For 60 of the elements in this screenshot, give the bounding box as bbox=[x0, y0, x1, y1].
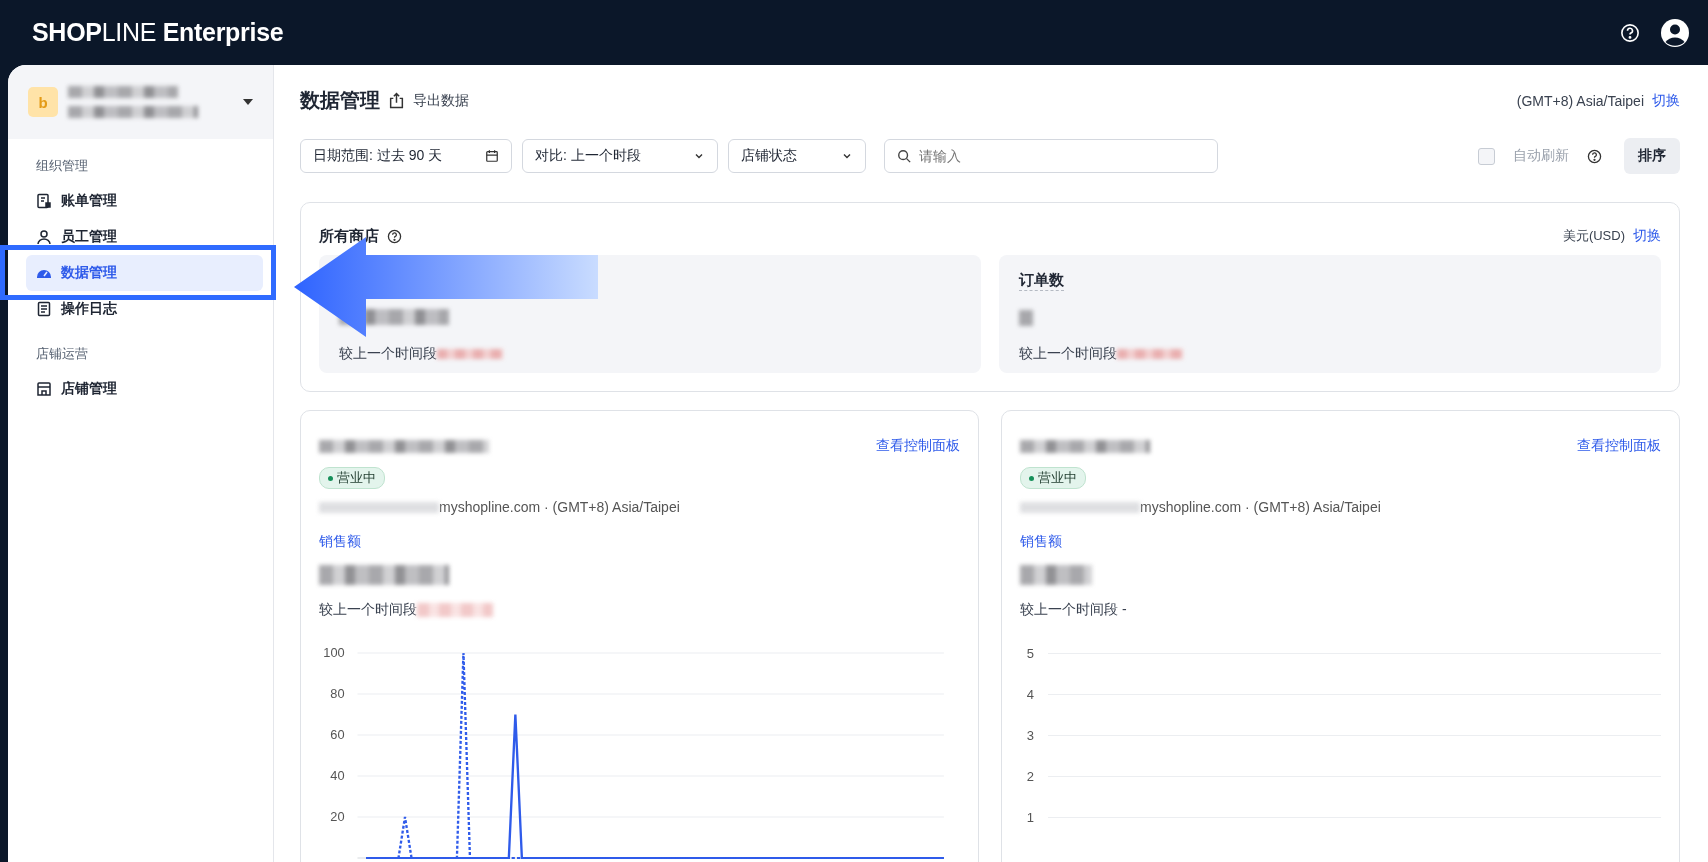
status-tag: 营业中 bbox=[1020, 467, 1086, 489]
sidebar-item[interactable]: 操作日志 bbox=[26, 291, 263, 327]
page-title: 数据管理 bbox=[300, 88, 380, 113]
store-icon bbox=[36, 381, 52, 397]
metric-title: 订单数 bbox=[1019, 271, 1064, 291]
user-icon bbox=[36, 229, 52, 245]
dashboard-link[interactable]: 查看控制面板 bbox=[1577, 437, 1661, 455]
timezone-label: (GMT+8) Asia/Taipei bbox=[1516, 92, 1644, 109]
sidebar-item[interactable]: 店铺管理 bbox=[26, 371, 263, 407]
store-domain: myshopline.com · (GMT+8) Asia/Taipei bbox=[1140, 499, 1381, 515]
date-range-picker[interactable]: 日期范围: 过去 90 天 bbox=[300, 139, 512, 173]
axis-label: 3 bbox=[1025, 728, 1034, 743]
export-icon[interactable] bbox=[388, 92, 405, 109]
section-heading: 店铺运营 bbox=[35, 345, 89, 363]
axis-label: 40 bbox=[330, 769, 345, 783]
checkbox[interactable] bbox=[1478, 147, 1495, 165]
axis-label: 5 bbox=[1025, 646, 1034, 661]
sort-button[interactable]: 排序 bbox=[1624, 138, 1680, 174]
blurred-value bbox=[1020, 565, 1092, 585]
document-icon bbox=[36, 301, 52, 317]
comparison-label: 较上一个时间段 bbox=[319, 601, 417, 619]
axis-label: 1 bbox=[1025, 810, 1034, 825]
axis-label: 20 bbox=[330, 810, 345, 824]
store-domain: myshopline.com · (GMT+8) Asia/Taipei bbox=[439, 499, 680, 515]
calendar-icon bbox=[485, 149, 499, 163]
filter-dropdown[interactable]: 店铺状态 bbox=[728, 139, 866, 173]
account-avatar: b bbox=[28, 87, 58, 117]
sidebar-item[interactable]: 员工管理 bbox=[26, 219, 263, 255]
checkbox-label: 自动刷新 bbox=[1513, 147, 1569, 165]
search-icon bbox=[897, 149, 911, 163]
help-icon[interactable] bbox=[387, 228, 402, 244]
switch-link[interactable]: 切换 bbox=[1633, 227, 1661, 245]
export-link[interactable]: 导出数据 bbox=[413, 91, 469, 110]
axis-label: 100 bbox=[323, 646, 345, 660]
sidebar-item[interactable]: 账单管理 bbox=[26, 183, 263, 219]
bill-icon bbox=[36, 193, 52, 209]
blurred-value bbox=[1019, 310, 1033, 326]
logo[interactable]: SHOPLINE Enterprise bbox=[32, 18, 1600, 47]
axis-label: 80 bbox=[330, 687, 345, 701]
comparison-label: 较上一个时间段 - bbox=[1020, 601, 1127, 619]
blurred-value bbox=[1117, 349, 1183, 359]
avatar-icon[interactable] bbox=[1660, 17, 1690, 48]
switch-link[interactable]: 切换 bbox=[1652, 91, 1680, 110]
search-field[interactable]: 请输入 bbox=[884, 139, 1218, 173]
axis-label: 60 bbox=[330, 728, 345, 742]
sidebar-item[interactable]: 数据管理 bbox=[26, 255, 263, 291]
axis-label: 4 bbox=[1025, 687, 1034, 702]
caret-icon bbox=[243, 99, 253, 105]
blurred-value bbox=[437, 349, 503, 359]
axis-label: 2 bbox=[1025, 769, 1034, 784]
currency-label: 美元(USD) bbox=[1562, 227, 1625, 245]
filter-dropdown[interactable]: 对比: 上一个时段 bbox=[522, 139, 718, 173]
metric-link[interactable]: 销售额 bbox=[1020, 533, 1062, 551]
comparison-label: 较上一个时间段 bbox=[1019, 345, 1117, 363]
comparison-label: 较上一个时间段 bbox=[339, 345, 437, 363]
status-tag: 营业中 bbox=[319, 467, 385, 489]
metric-link[interactable]: 销售额 bbox=[319, 533, 361, 551]
dashboard-link[interactable]: 查看控制面板 bbox=[876, 437, 960, 455]
section-heading: 组织管理 bbox=[35, 157, 89, 175]
help-icon[interactable] bbox=[1587, 148, 1602, 164]
